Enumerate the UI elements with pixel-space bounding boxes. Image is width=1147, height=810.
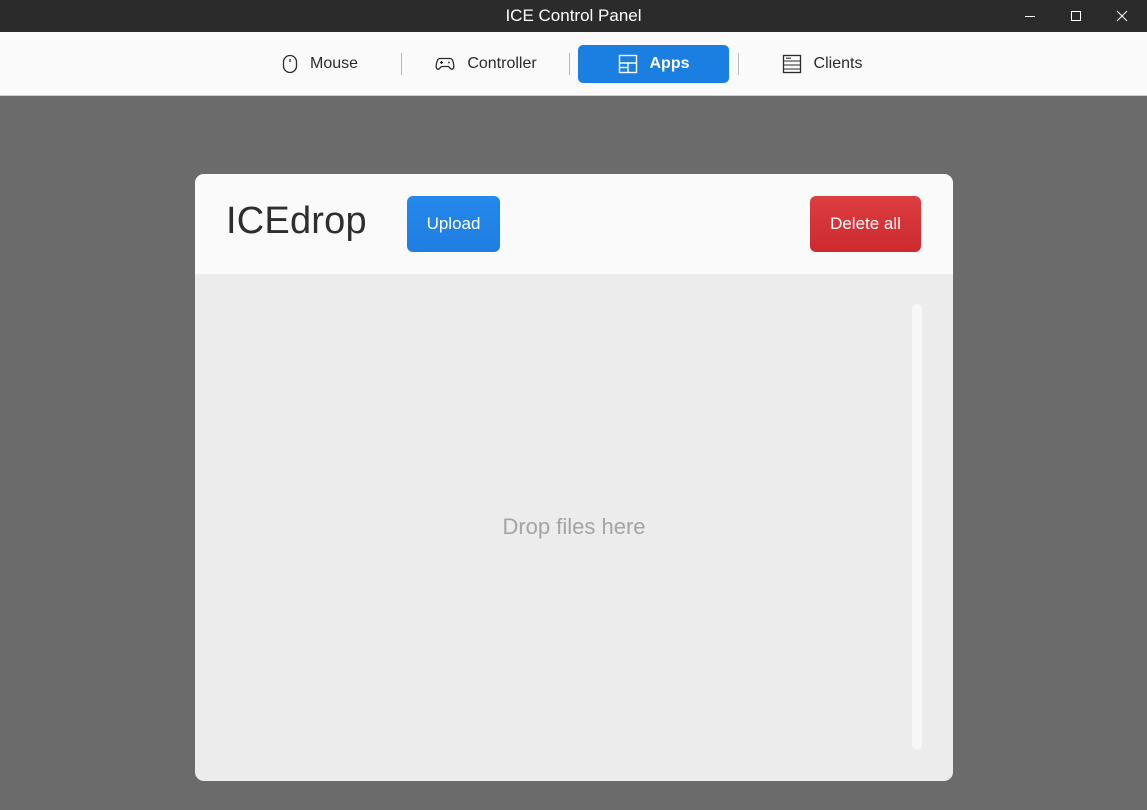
window-titlebar: ICE Control Panel <box>0 0 1147 32</box>
drop-hint: Drop files here <box>502 514 646 539</box>
close-button[interactable] <box>1099 0 1145 32</box>
close-icon <box>1116 10 1128 22</box>
minimize-button[interactable] <box>1007 0 1053 32</box>
delete-all-button[interactable]: Delete all <box>810 196 921 252</box>
nav-divider <box>401 53 402 75</box>
icedrop-panel: ICEdrop Upload Delete all Drop files her… <box>195 174 953 781</box>
nav-divider <box>569 53 570 75</box>
tab-label: Apps <box>649 55 690 72</box>
tab-apps[interactable]: Apps <box>578 45 729 83</box>
tab-label: Clients <box>813 55 863 72</box>
apps-layout-icon <box>618 54 638 74</box>
tab-controller[interactable]: Controller <box>410 45 562 83</box>
scrollbar[interactable] <box>912 304 922 750</box>
upload-button[interactable]: Upload <box>407 196 500 252</box>
mouse-icon <box>282 54 298 74</box>
window-title: ICE Control Panel <box>505 6 642 25</box>
main-nav: Mouse Controller Apps Clients <box>0 32 1147 96</box>
tab-label: Controller <box>467 55 537 72</box>
gamepad-icon <box>435 57 455 71</box>
minimize-icon <box>1025 16 1035 17</box>
tab-clients[interactable]: Clients <box>748 45 896 83</box>
icedrop-header: ICEdrop Upload Delete all <box>195 174 953 274</box>
page-title: ICEdrop <box>226 200 367 242</box>
file-drop-zone[interactable]: Drop files here <box>195 274 953 781</box>
nav-divider <box>738 53 739 75</box>
maximize-icon <box>1071 11 1081 21</box>
tab-mouse[interactable]: Mouse <box>250 45 390 83</box>
tab-label: Mouse <box>309 55 359 72</box>
server-icon <box>782 54 802 74</box>
maximize-button[interactable] <box>1053 0 1099 32</box>
